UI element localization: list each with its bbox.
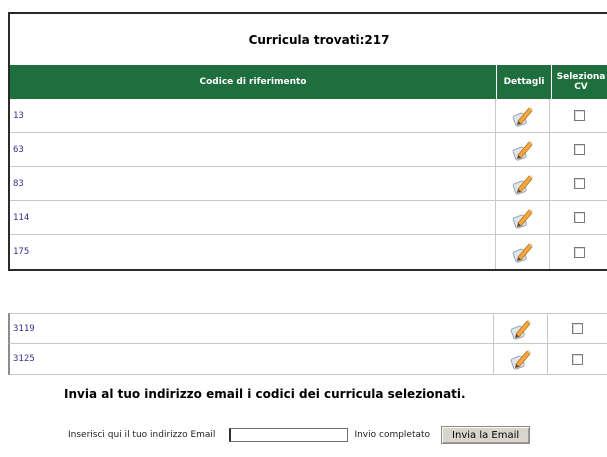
- pencil-icon[interactable]: [512, 105, 534, 127]
- select-cv-checkbox[interactable]: [571, 323, 583, 334]
- results-title: Curricula trovati:217: [248, 32, 390, 47]
- cv-code-link[interactable]: 13: [10, 99, 496, 132]
- details-cell: [496, 201, 550, 234]
- details-cell: [494, 314, 548, 343]
- pencil-icon[interactable]: [510, 318, 532, 340]
- details-cell: [494, 344, 548, 374]
- column-header-details: Dettagli: [496, 65, 551, 99]
- cv-code-link[interactable]: 175: [10, 235, 496, 269]
- table-row: 13: [10, 99, 607, 133]
- select-cv-checkbox[interactable]: [571, 353, 583, 365]
- column-header-select: Seleziona CV: [551, 65, 607, 99]
- send-email-button[interactable]: Invia la Email: [441, 426, 531, 444]
- select-cell: [548, 314, 606, 343]
- pencil-icon[interactable]: [512, 241, 534, 263]
- cv-code-link[interactable]: 3125: [10, 344, 494, 374]
- table-row: 83: [10, 167, 607, 201]
- email-heading: Invia al tuo indirizzo email i codici de…: [64, 387, 466, 401]
- select-cv-checkbox[interactable]: [573, 212, 585, 223]
- pencil-icon[interactable]: [512, 207, 534, 229]
- table-row: 3119: [8, 313, 607, 344]
- select-cell: [550, 167, 607, 200]
- select-cv-checkbox[interactable]: [573, 110, 585, 121]
- pencil-icon[interactable]: [512, 173, 534, 195]
- send-status-text: Invio completato: [354, 430, 431, 440]
- details-cell: [496, 133, 550, 166]
- pencil-icon[interactable]: [510, 348, 532, 370]
- column-header-select-line2: CV: [574, 82, 588, 92]
- details-cell: [496, 235, 550, 269]
- results-table-continued: 3119 3125: [8, 313, 607, 375]
- email-form: Inserisci qui il tuo indirizzo Email Inv…: [68, 426, 531, 444]
- pencil-icon[interactable]: [512, 139, 534, 161]
- column-header-select-line1: Seleziona: [556, 72, 606, 82]
- table-row: 175: [10, 235, 607, 269]
- table-header: Codice di riferimento Dettagli Seleziona…: [10, 65, 607, 99]
- details-cell: [496, 167, 550, 200]
- select-cell: [550, 235, 607, 269]
- cv-code-link[interactable]: 3119: [10, 314, 494, 343]
- table-row: 114: [10, 201, 607, 235]
- table-row: 63: [10, 133, 607, 167]
- results-panel: Curricula trovati:217 Codice di riferime…: [8, 12, 607, 271]
- cv-code-link[interactable]: 83: [10, 167, 496, 200]
- table-row: 3125: [8, 344, 607, 375]
- select-cell: [550, 133, 607, 166]
- select-cell: [550, 99, 607, 132]
- select-cv-checkbox[interactable]: [573, 144, 585, 155]
- email-field[interactable]: [229, 428, 349, 442]
- column-header-code: Codice di riferimento: [199, 77, 307, 87]
- cv-code-link[interactable]: 63: [10, 133, 496, 166]
- select-cell: [548, 344, 606, 374]
- email-field-label: Inserisci qui il tuo indirizzo Email: [68, 430, 216, 440]
- select-cv-checkbox[interactable]: [573, 246, 585, 258]
- select-cell: [550, 201, 607, 234]
- page: Curricula trovati:217 Codice di riferime…: [0, 0, 607, 457]
- details-cell: [496, 99, 550, 132]
- cv-code-link[interactable]: 114: [10, 201, 496, 234]
- select-cv-checkbox[interactable]: [573, 178, 585, 189]
